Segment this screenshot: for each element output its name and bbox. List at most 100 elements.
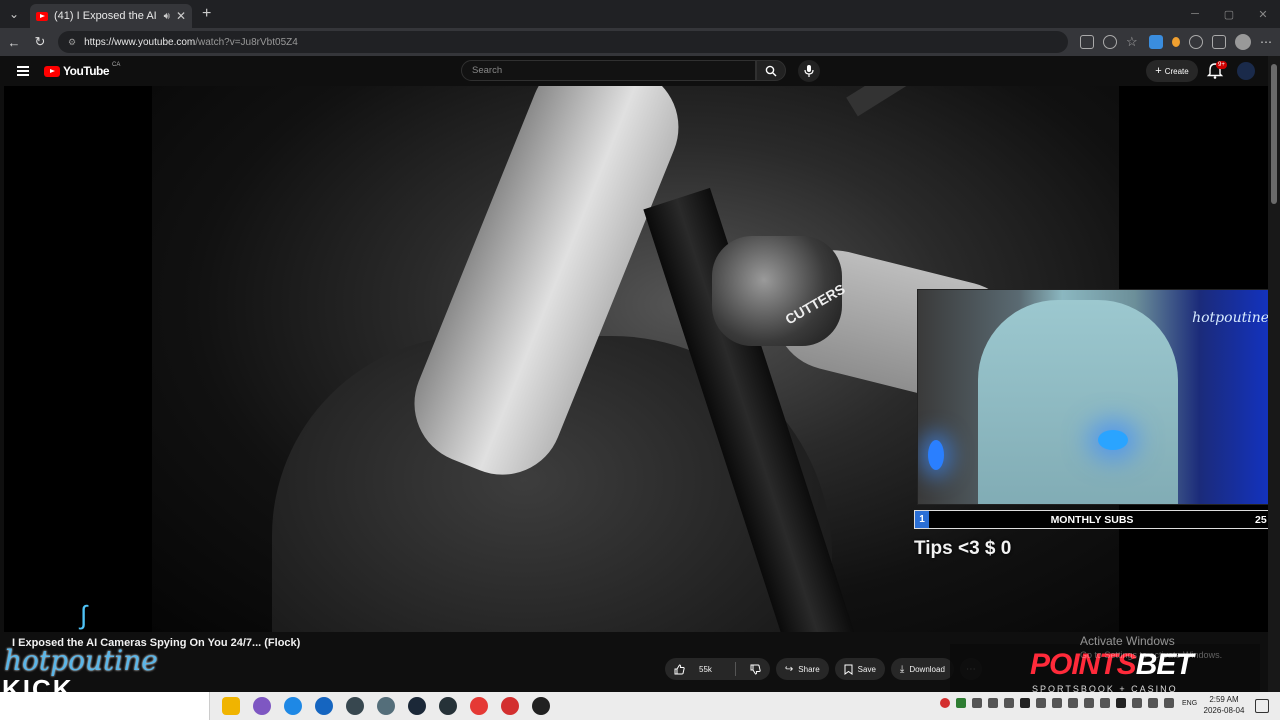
speaker-icon[interactable]: 🔊︎ [164,11,170,22]
tray-icon[interactable] [1084,698,1094,708]
taskbar-clock[interactable]: 2:59 AM 2026-08-04 [1200,694,1248,716]
reload-icon[interactable]: ↻ [28,30,52,54]
site-info-icon[interactable]: ⚙ [68,37,76,48]
tray-icon[interactable] [1132,698,1142,708]
grid-icon[interactable] [1080,35,1094,49]
hamburger-menu-icon[interactable] [17,66,29,76]
download-label: Download [909,664,945,674]
tray-icon[interactable] [988,698,998,708]
tray-icon[interactable] [972,698,982,708]
activate-windows-title: Activate Windows [1080,634,1175,648]
close-window-icon[interactable]: ✕ [1246,0,1280,28]
wifi-icon[interactable] [1148,698,1158,708]
search-button[interactable] [756,60,786,81]
extension-icon[interactable] [1149,35,1163,49]
video-actions: 55k ↪ Share Save ⤓ Download ⋯ [665,658,982,680]
tray-icon[interactable] [956,698,966,708]
back-arrow-icon[interactable]: ← [2,30,26,54]
thumbs-down-icon [750,664,761,675]
taskbar-app-icon[interactable] [284,697,302,715]
url-host: https://www.youtube.com [84,36,196,48]
taskbar-app-icon[interactable] [408,697,426,715]
like-divider [734,662,736,676]
profile-avatar[interactable] [1235,34,1251,50]
like-count: 55k [699,664,712,674]
url-field[interactable]: ⚙ https://www.youtube.com/watch?v=Ju8rVb… [58,31,1068,53]
youtube-header: YouTube CA Search + Create 9+ [4,56,1268,86]
taskbar-app-icon[interactable] [501,697,519,715]
kick-channel-name: hotpoutine [4,644,158,677]
share-button[interactable]: ↪ Share [775,658,829,680]
like-button[interactable]: 55k [665,658,730,680]
url-path: /watch?v=Ju8rVbt05Z4 [195,36,298,48]
tab-close-icon[interactable]: ✕ [176,9,186,23]
plus-icon: + [1155,65,1162,77]
minimize-icon[interactable]: ─ [1178,0,1212,28]
thumbs-up-icon [674,663,685,674]
share-icon: ↪ [784,663,794,675]
download-button[interactable]: ⤓ Download [890,658,954,680]
search-input[interactable]: Search [461,60,756,81]
taskbar-apps [222,697,550,715]
share-label: Share [798,664,820,674]
star-icon[interactable]: ☆ [1126,35,1140,49]
create-button[interactable]: + Create [1146,60,1198,82]
taskbar-app-icon[interactable] [532,697,550,715]
notification-count-badge: 9+ [1216,61,1227,69]
input-language[interactable]: ENG [1182,700,1197,707]
taskbar-app-icon[interactable] [439,697,457,715]
clock-date: 2026-08-04 [1203,706,1245,715]
create-label: Create [1164,66,1189,76]
extension-icon-2[interactable] [1172,37,1180,47]
tab-title: (41) I Exposed the AI Camera [54,10,158,22]
tray-icon[interactable] [1036,698,1046,708]
tray-icon[interactable] [1068,698,1078,708]
account-avatar[interactable] [1237,62,1255,80]
tab-list-button[interactable]: ⌄ [0,0,28,28]
taskbar-app-icon[interactable] [222,697,240,715]
maximize-icon[interactable]: ▢ [1212,0,1246,28]
steam-swirl-icon: ∫ [80,600,88,630]
tips-counter: Tips <3 $ 0 [914,538,1012,559]
notification-center-icon[interactable] [1255,699,1269,713]
voice-search-button[interactable] [798,60,820,82]
address-bar-row: ← ↻ ⚙ https://www.youtube.com/watch?v=Ju… [0,28,1280,56]
taskbar-app-icon[interactable] [377,697,395,715]
taskbar-app-icon[interactable] [253,697,271,715]
save-button[interactable]: Save [834,658,885,680]
youtube-favicon-icon [36,11,48,21]
tray-icon[interactable] [1100,698,1110,708]
region-code: CA [112,62,121,68]
monthly-subs-bar: 1 MONTHLY SUBS 25 [914,510,1276,529]
volume-icon[interactable] [1164,698,1174,708]
activate-windows-subtitle: Go to Settings to activate Windows. [1080,650,1223,660]
tray-icon[interactable] [1004,698,1014,708]
download-icon: ⤓ [899,663,905,675]
scrollbar-thumb[interactable] [1271,64,1277,204]
refresh-extension-icon[interactable] [1189,35,1203,49]
new-tab-button[interactable]: + [202,5,211,23]
bookmark-icon [844,664,853,675]
tab-youtube[interactable]: (41) I Exposed the AI Camera 🔊︎ ✕ [30,4,192,28]
logo-text: YouTube [63,64,110,78]
dislike-button[interactable] [741,658,770,680]
kick-stream-logo: ∫ hotpoutine KICK [0,600,170,704]
system-tray [940,698,1174,708]
taskbar-search[interactable] [0,692,210,720]
zoom-icon[interactable] [1103,35,1117,49]
tray-icon[interactable] [1116,698,1126,708]
taskbar-app-icon[interactable] [315,697,333,715]
taskbar-app-icon[interactable] [470,697,488,715]
puzzle-icon[interactable] [1212,35,1226,49]
tray-icon[interactable] [1020,698,1030,708]
tray-icon[interactable] [940,698,950,708]
menu-dots-icon[interactable]: ⋯ [1260,35,1272,49]
clock-time: 2:59 AM [1209,695,1239,704]
page-scrollbar[interactable] [1268,56,1280,692]
webcam-blue-light-2 [928,440,944,470]
microphone-icon [804,65,814,77]
taskbar-app-icon[interactable] [346,697,364,715]
tray-icon[interactable] [1052,698,1062,708]
webcam-blue-light [1098,430,1128,450]
youtube-logo[interactable]: YouTube CA [44,62,121,78]
